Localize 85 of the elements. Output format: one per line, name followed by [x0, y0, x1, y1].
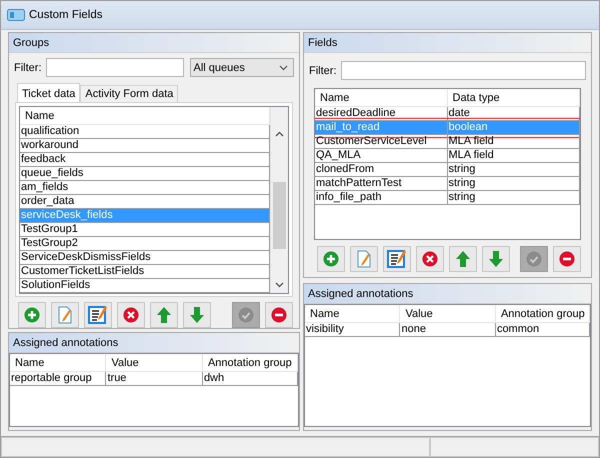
panel-title: Fields	[308, 36, 338, 48]
remove-icon	[559, 251, 575, 267]
check-icon	[526, 251, 542, 267]
list-pencil-icon	[88, 305, 108, 325]
table-cell: string	[448, 191, 580, 205]
filter-label: Filter:	[309, 64, 336, 76]
table-cell: clonedFrom	[315, 163, 448, 177]
arrow-up-icon	[456, 251, 470, 267]
queue-dropdown[interactable]: All queues	[190, 58, 294, 77]
move-down-button[interactable]	[482, 246, 510, 272]
window-title: Custom Fields	[29, 9, 102, 21]
scrollbar[interactable]	[270, 107, 288, 293]
delete-button[interactable]	[117, 302, 145, 328]
window-icon	[7, 9, 25, 21]
table-cell: qualification	[20, 125, 270, 139]
add-icon	[323, 251, 339, 267]
table-cell: QA_MLA	[315, 149, 448, 163]
table-cell: TestGroup1	[20, 223, 270, 237]
column-header[interactable]: Name	[305, 305, 400, 324]
table-cell: visibility	[305, 323, 400, 338]
delete-icon	[422, 251, 438, 267]
delete-button[interactable]	[416, 246, 444, 272]
add-icon	[24, 307, 40, 323]
move-down-button[interactable]	[183, 302, 211, 328]
arrow-down-icon	[190, 307, 204, 323]
table-cell: true	[106, 372, 203, 386]
table-cell: TestGroup2	[20, 237, 270, 251]
column-header[interactable]: Name	[20, 107, 270, 125]
table-cell: none	[400, 323, 496, 338]
table-cell: dwh	[202, 372, 298, 386]
panel-title: Groups	[13, 36, 50, 48]
table-cell: feedback	[20, 153, 270, 167]
add-button[interactable]	[18, 302, 46, 328]
remove-button[interactable]	[265, 302, 293, 328]
table-cell: MLA field	[448, 135, 580, 149]
filter-field[interactable]	[46, 58, 184, 77]
table-cell: mail_to_read	[315, 121, 448, 135]
document-pencil-icon	[57, 306, 73, 324]
add-button[interactable]	[317, 246, 345, 272]
remove-button[interactable]	[553, 246, 581, 272]
column-header[interactable]: Value	[106, 354, 203, 372]
column-header[interactable]: Annotation group	[202, 354, 298, 372]
table-cell: workaround	[20, 139, 270, 153]
panel-title: Assigned annotations	[308, 288, 414, 300]
edit-button[interactable]	[51, 302, 79, 328]
edit-list-button[interactable]	[84, 302, 112, 328]
column-header[interactable]: Value	[400, 305, 496, 324]
tab[interactable]: Activity Form data	[80, 85, 178, 102]
table-cell: info_file_path	[315, 191, 448, 205]
table-cell: string	[448, 177, 580, 191]
table-cell: reportable group	[10, 372, 106, 386]
move-up-button[interactable]	[449, 246, 477, 272]
table-cell: CustomerTicketListFields	[20, 265, 270, 279]
table-cell: serviceDesk_fields	[20, 209, 270, 223]
arrow-up-icon	[157, 307, 171, 323]
table-cell: CustomerServiceLevel	[315, 135, 448, 149]
table-cell: am_fields	[20, 181, 270, 195]
panel-title: Assigned annotations	[13, 336, 118, 348]
scroll-down-icon[interactable]	[275, 282, 284, 288]
table-cell: MLA field	[448, 149, 580, 163]
column-header[interactable]: Annotation group	[496, 305, 590, 324]
column-header[interactable]: Name	[315, 89, 448, 107]
edit-button[interactable]	[350, 246, 378, 272]
table-cell: queue_fields	[20, 167, 270, 181]
filter-field[interactable]	[340, 61, 586, 80]
column-header[interactable]: Name	[10, 354, 106, 372]
arrow-down-icon	[489, 251, 503, 267]
remove-icon	[271, 307, 287, 323]
edit-list-button[interactable]	[383, 246, 411, 272]
table-cell: string	[448, 163, 580, 177]
table-cell: SolutionFields	[20, 279, 270, 293]
move-up-button[interactable]	[150, 302, 178, 328]
document-pencil-icon	[356, 250, 372, 268]
delete-icon	[123, 307, 139, 323]
scroll-up-icon[interactable]	[275, 130, 284, 136]
table-cell: boolean	[448, 121, 580, 135]
tab[interactable]: Ticket data	[17, 83, 80, 102]
chevron-icon	[279, 64, 288, 70]
column-header[interactable]: Data type	[448, 89, 580, 107]
list-pencil-icon	[387, 249, 407, 269]
table-cell: ServiceDeskDismissFields	[20, 251, 270, 265]
filter-label: Filter:	[14, 62, 42, 74]
table-cell: matchPatternTest	[315, 177, 448, 191]
check-icon	[238, 307, 254, 323]
table-cell: common	[496, 323, 590, 338]
